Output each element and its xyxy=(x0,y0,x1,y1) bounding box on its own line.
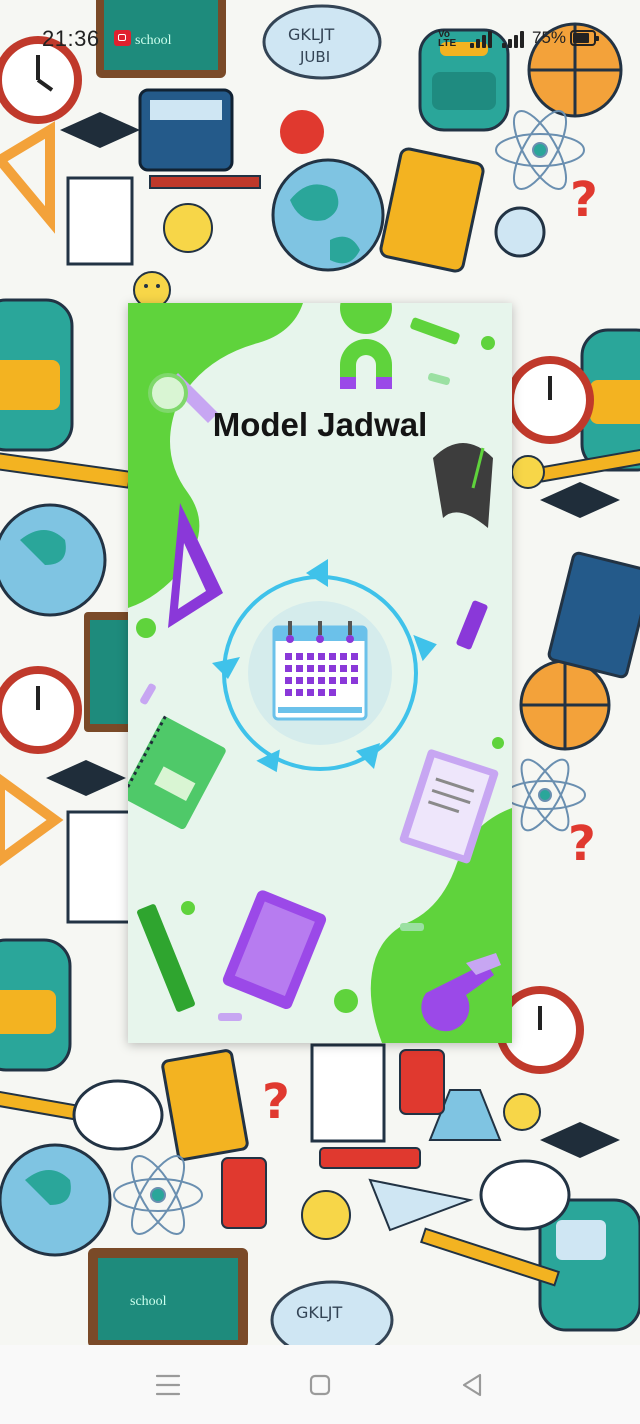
grad-cap-doodle xyxy=(540,1122,620,1158)
clip-icon xyxy=(218,1013,242,1021)
green-notebook-icon xyxy=(128,715,226,830)
cycle-arrow-icon xyxy=(306,559,328,587)
notebook-doodle xyxy=(161,1049,249,1161)
pencil-doodle xyxy=(149,175,261,189)
basketball-doodle xyxy=(519,659,611,751)
purple-notebook-icon xyxy=(222,890,327,1010)
splash-card: Model Jadwal xyxy=(128,303,512,1043)
question-mark-doodle: ? xyxy=(262,1074,290,1130)
question-mark-doodle: ? xyxy=(568,816,596,872)
ruler-icon xyxy=(137,904,195,1012)
globe-doodle xyxy=(0,503,107,617)
calendar-icon xyxy=(272,621,368,721)
menu-icon[interactable] xyxy=(152,1369,184,1401)
battery-icon xyxy=(570,30,599,46)
backpack-doodle xyxy=(0,938,72,1072)
grad-cap-doodle xyxy=(60,112,140,148)
question-mark-doodle: ? xyxy=(570,172,598,228)
clip-icon xyxy=(400,923,424,931)
volte-indicator: Vo LTE xyxy=(438,30,457,49)
clip-icon xyxy=(428,372,450,386)
chalkboard-doodle: school xyxy=(88,1248,248,1345)
status-bar: 21:36 Vo LTE 75% xyxy=(0,0,640,78)
volte-label-bottom: LTE xyxy=(438,38,457,49)
paper-doodle xyxy=(66,810,134,924)
alarm-clock-doodle xyxy=(0,666,82,754)
cycle-arrow-icon xyxy=(212,657,240,679)
globe-doodle xyxy=(271,158,385,272)
marker-doodle xyxy=(319,1147,421,1169)
smiley-doodle xyxy=(511,455,545,489)
lightbulb-doodle xyxy=(163,203,213,253)
triangle-ruler-doodle xyxy=(0,121,55,234)
grad-cap-doodle xyxy=(540,482,620,518)
grad-cap-doodle xyxy=(46,760,126,796)
pencil-doodle xyxy=(420,1227,560,1287)
signal-strength-icon xyxy=(470,30,492,48)
paper-doodle xyxy=(66,176,134,266)
marker-icon xyxy=(456,600,488,650)
alarm-clock-doodle xyxy=(506,356,594,444)
pencil-doodle xyxy=(0,451,132,489)
green-dot xyxy=(492,737,504,749)
cup-doodle xyxy=(399,1049,445,1115)
magnet-icon xyxy=(340,339,392,389)
calendar-cycle-illustration xyxy=(212,559,437,773)
green-dot xyxy=(340,303,392,334)
screen-record-icon xyxy=(114,30,131,46)
grad-cap-icon xyxy=(433,443,493,528)
paper-plane-doodle xyxy=(368,1178,474,1232)
palette-doodle xyxy=(72,1079,164,1151)
lightbulb-doodle xyxy=(301,1190,351,1240)
home-icon[interactable] xyxy=(304,1369,336,1401)
navigation-bar xyxy=(0,1345,640,1424)
smiley-doodle xyxy=(503,1093,541,1131)
status-time: 21:36 xyxy=(42,26,100,51)
backpack-doodle xyxy=(0,298,74,452)
svg-text:GKLJT: GKLJT xyxy=(296,1303,343,1322)
signal-strength-icon xyxy=(502,30,524,48)
globe-doodle xyxy=(0,1143,112,1257)
speech-bubble-doodle: GKLJT xyxy=(270,1280,394,1345)
apple-doodle xyxy=(280,110,324,154)
green-dot xyxy=(334,989,358,1013)
magnifier-doodle xyxy=(494,206,546,258)
chalkboard-doodle xyxy=(84,612,134,732)
cycle-arrow-icon xyxy=(356,743,380,769)
alarm-clock-doodle xyxy=(496,986,584,1074)
green-dot xyxy=(181,901,195,915)
green-blob-top-left xyxy=(128,303,303,608)
paper-doodle xyxy=(310,1043,386,1143)
test-tube-icon xyxy=(410,317,460,345)
notebook-doodle xyxy=(379,147,485,273)
calculator-doodle xyxy=(138,88,234,172)
cup-doodle xyxy=(221,1157,267,1229)
battery-percent: 75% xyxy=(532,28,567,47)
palette-doodle xyxy=(479,1159,571,1231)
app-title: Model Jadwal xyxy=(212,406,428,443)
notebook-doodle xyxy=(547,551,640,679)
svg-text:school: school xyxy=(130,1294,167,1309)
atom-doodle xyxy=(113,1155,203,1235)
clip-icon xyxy=(140,683,156,705)
green-dot xyxy=(481,336,495,350)
triangle-ruler-doodle xyxy=(0,773,64,867)
green-dot xyxy=(136,618,156,638)
back-icon[interactable] xyxy=(456,1369,488,1401)
